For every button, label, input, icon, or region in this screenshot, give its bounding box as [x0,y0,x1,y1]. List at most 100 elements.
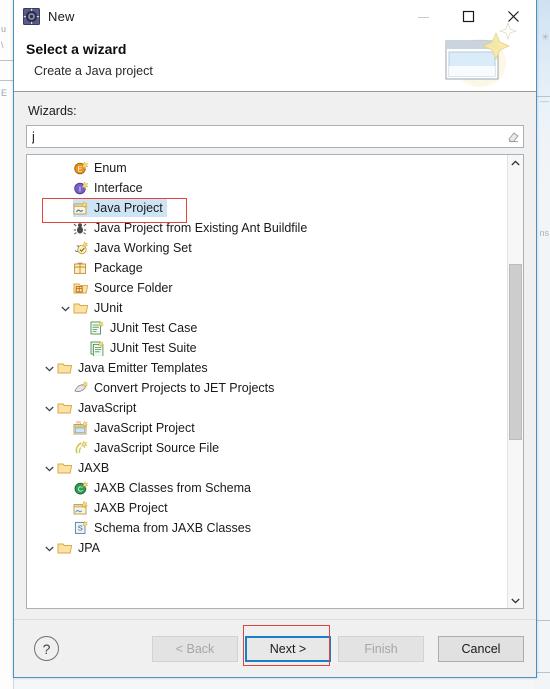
tree-item-content[interactable]: JavaScript [57,399,140,417]
junit-test-case-icon [89,320,105,336]
tree-item-content[interactable]: JAXB [57,459,113,477]
tree-item-content[interactable]: Java Project [73,199,167,217]
svg-text:C: C [78,486,83,493]
folder-icon [57,400,73,416]
tree-item-content[interactable]: S Schema from JAXB Classes [73,519,255,537]
tree-item-label: JAXB Classes from Schema [94,481,251,495]
chevron-down-icon[interactable] [508,592,523,608]
javascript-project-icon: JS [73,420,89,436]
tree-item[interactable]: JavaScript [27,398,507,418]
tree-item-content[interactable]: E Enum [73,159,131,177]
background-left-panel [0,0,14,689]
tree-item-content[interactable]: Convert Projects to JET Projects [73,379,278,397]
folder-icon [73,300,89,316]
tree-item-content[interactable]: JS JavaScript Project [73,419,199,437]
tree-item-label: Interface [94,181,143,195]
tree-item-content[interactable]: I Interface [73,179,147,197]
tree-item-label: Source Folder [94,281,173,295]
tree-item-label: JUnit [94,301,123,315]
tree-item-label: Java Project [94,201,163,215]
background-glyph: ✳ [541,32,549,42]
chevron-down-icon[interactable] [57,300,73,316]
eraser-icon[interactable] [503,126,523,147]
tree-item-content[interactable]: Package [73,259,147,277]
tree-item[interactable]: JUnit Test Suite [27,338,507,358]
tree-item-content[interactable]: JUnit Test Case [89,319,201,337]
tree-item-content[interactable]: Java Emitter Templates [57,359,212,377]
tree-item-label: Java Working Set [94,241,192,255]
tree-item-content[interactable]: Java Project from Existing Ant Buildfile [73,219,311,237]
tree-item[interactable]: JAXB [27,458,507,478]
tree-item[interactable]: E Enum [27,158,507,178]
wizard-tree[interactable]: E Enum I Interface Java Project Java Project … [27,155,507,608]
finish-button[interactable]: Finish [338,635,424,662]
tree-item[interactable]: Java Emitter Templates [27,358,507,378]
svg-text:E: E [78,166,83,173]
chevron-up-icon[interactable] [508,155,523,171]
back-button[interactable]: < Back [152,635,238,662]
dialog-footer: ? < Back Next > Finish Cancel [14,619,536,677]
dialog-body: Wizards: E Enum I Interface Java Project Java… [14,92,536,619]
tree-item-content[interactable]: J Java Working Set [73,239,196,257]
tree-item-label: JavaScript Source File [94,441,220,455]
tree-scrollbar[interactable] [507,155,523,608]
tree-item[interactable]: I Interface [27,178,507,198]
svg-text:I: I [79,186,81,193]
tree-item[interactable]: JavaScript Source File [27,438,507,458]
new-wizard-dialog: New Select a wizard Create a Java projec… [13,0,537,678]
tree-item-content[interactable]: JUnit [73,299,126,317]
background-glyph: u [1,24,7,34]
working-set-icon: J [73,240,89,256]
jet-convert-icon [73,380,89,396]
wizard-header: Select a wizard Create a Java project [14,21,536,92]
filter-row[interactable] [26,125,524,148]
tree-item[interactable]: J Java Working Set [27,238,507,258]
tree-item-content[interactable]: JavaScript Source File [73,439,223,457]
tree-item[interactable]: S Schema from JAXB Classes [27,518,507,538]
svg-text:S: S [78,524,83,533]
tree-item-label: JPA [78,541,100,555]
tree-item[interactable]: JUnit [27,298,507,318]
tree-item-label: Enum [94,161,127,175]
chevron-down-icon[interactable] [41,360,57,376]
jaxb-classes-icon: C [73,480,89,496]
scrollbar-track[interactable] [508,171,523,592]
chevron-down-icon[interactable] [41,400,57,416]
tree-item-label: Java Emitter Templates [78,361,208,375]
chevron-down-icon[interactable] [41,460,57,476]
background-divider [0,80,13,81]
help-icon[interactable]: ? [34,636,59,661]
tree-item[interactable]: JUnit Test Case [27,318,507,338]
tree-item[interactable]: JPA [27,538,507,558]
tree-item-content[interactable]: JAXB Project [73,499,172,517]
wizard-tree-container: E Enum I Interface Java Project Java Project … [26,154,524,609]
background-glyph: E [1,88,8,98]
tree-item[interactable]: JS JavaScript Project [27,418,507,438]
background-glyph: ns [539,228,549,238]
tree-item-label: JAXB [78,461,110,475]
tree-item-content[interactable]: JPA [57,539,104,557]
source-folder-icon [73,280,89,296]
tree-item-content[interactable]: JUnit Test Suite [89,339,201,357]
scrollbar-thumb[interactable] [509,263,522,441]
tree-item[interactable]: JAXB Project [27,498,507,518]
window-title: New [48,9,75,24]
tree-item-content[interactable]: Source Folder [73,279,177,297]
chevron-down-icon[interactable] [41,540,57,556]
cancel-button[interactable]: Cancel [438,635,524,662]
folder-icon [57,460,73,476]
tree-item[interactable]: Source Folder [27,278,507,298]
tree-item[interactable]: Convert Projects to JET Projects [27,378,507,398]
enum-icon: E [73,160,89,176]
tree-item-content[interactable]: C JAXB Classes from Schema [73,479,255,497]
tree-item[interactable]: Package [27,258,507,278]
filter-input[interactable] [27,126,503,147]
tree-item[interactable]: C JAXB Classes from Schema [27,478,507,498]
tree-item-selected[interactable]: Java Project [27,198,507,218]
next-button[interactable]: Next > [245,635,331,662]
minimize-icon [418,17,429,18]
tree-item-label: JAXB Project [94,501,168,515]
javascript-source-icon [73,440,89,456]
folder-icon [57,360,73,376]
tree-item[interactable]: Java Project from Existing Ant Buildfile [27,218,507,238]
